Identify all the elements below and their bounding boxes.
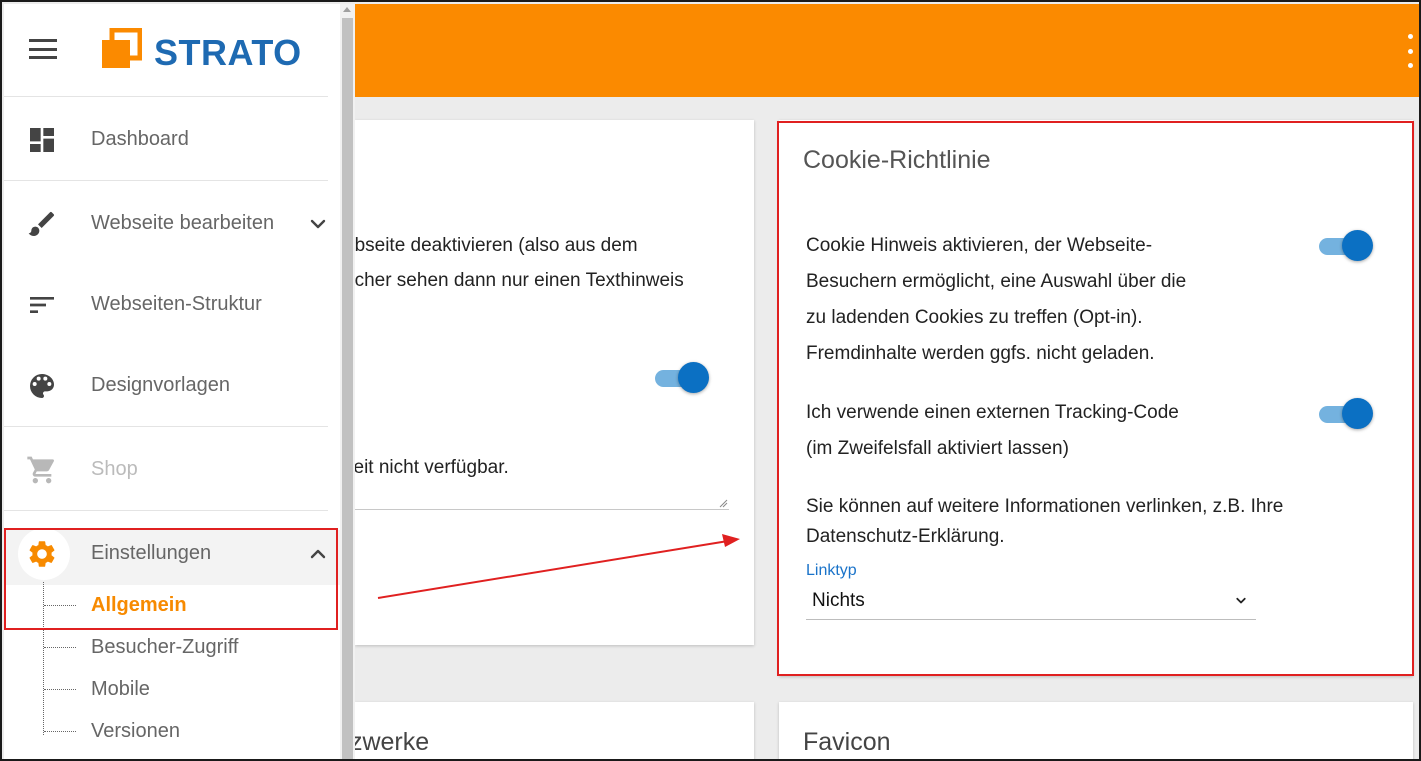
sidebar-item-webseiten-struktur[interactable]: Webseiten-Struktur bbox=[4, 275, 334, 335]
palette-icon bbox=[30, 374, 54, 398]
cookie-option-1-line-3: zu ladenden Cookies zu treffen (Opt-in). bbox=[806, 307, 1143, 328]
site-status-description-line-2: ucher sehen dann nur einen Texthinweis bbox=[355, 270, 684, 291]
subitem-versionen[interactable]: Versionen bbox=[44, 714, 334, 748]
scroll-up-arrow-icon[interactable] bbox=[343, 7, 351, 12]
notice-textarea-value[interactable]: zeit nicht verfügbar. bbox=[355, 450, 509, 486]
cookie-policy-card: Cookie-Richtlinie Cookie Hinweis aktivie… bbox=[779, 120, 1413, 676]
info-line-1: Sie können auf weitere Informationen ver… bbox=[806, 496, 1284, 517]
scrollbar-thumb[interactable] bbox=[342, 18, 353, 759]
cookie-notice-toggle[interactable] bbox=[1319, 230, 1375, 262]
sidebar-item-webseite-bearbeiten[interactable]: Webseite bearbeiten bbox=[4, 194, 334, 254]
app-frame: ebseite deaktivieren (also aus dem ucher… bbox=[0, 0, 1421, 761]
gear-icon bbox=[29, 541, 55, 567]
dashboard-icon bbox=[30, 128, 54, 152]
sidebar-item-label: Designvorlagen bbox=[91, 374, 230, 396]
info-line-2: Datenschutz-Erklärung. bbox=[806, 526, 1005, 547]
tracking-code-toggle[interactable] bbox=[1319, 398, 1375, 430]
sidebar-item-designvorlagen[interactable]: Designvorlagen bbox=[4, 356, 334, 416]
subitem-label: Versionen bbox=[91, 720, 180, 742]
brand-name: STRATO bbox=[154, 32, 302, 73]
chevron-down-icon bbox=[1236, 597, 1246, 604]
card-title: tzwerke bbox=[355, 728, 430, 756]
subitem-besucher-zugriff[interactable]: Besucher-Zugriff bbox=[44, 630, 334, 664]
card-title: Favicon bbox=[803, 728, 891, 756]
cookie-option-1-line-2: Besuchern ermöglicht, eine Auswahl über … bbox=[806, 271, 1187, 292]
subitem-label: Besucher-Zugriff bbox=[91, 636, 239, 658]
sidebar-item-dashboard[interactable]: Dashboard bbox=[4, 110, 334, 170]
favicon-card: Favicon bbox=[779, 702, 1413, 759]
chevron-up-icon[interactable] bbox=[306, 542, 330, 566]
more-vert-icon[interactable] bbox=[1405, 34, 1415, 68]
sort-icon bbox=[30, 297, 54, 313]
sidebar-item-label: Shop bbox=[91, 458, 138, 480]
resize-grip-icon[interactable] bbox=[718, 498, 728, 508]
strato-logo[interactable]: STRATO bbox=[102, 28, 301, 73]
linktyp-select[interactable]: Nichts bbox=[806, 586, 1256, 620]
hamburger-icon[interactable] bbox=[29, 39, 57, 59]
brush-icon bbox=[28, 211, 55, 236]
cookie-option-1-line-4: Fremdinhalte werden ggfs. nicht geladen. bbox=[806, 343, 1155, 364]
subitem-label: Allgemein bbox=[91, 594, 187, 616]
linktyp-label: Linktyp bbox=[806, 562, 857, 579]
cart-icon bbox=[27, 456, 55, 484]
sidebar-item-label: Einstellungen bbox=[91, 542, 212, 564]
top-app-bar bbox=[355, 4, 1419, 97]
site-status-description-line-1: ebseite deaktivieren (also aus dem bbox=[355, 235, 638, 256]
sidebar-item-einstellungen[interactable]: Einstellungen bbox=[4, 524, 334, 584]
chevron-down-icon[interactable] bbox=[306, 212, 330, 236]
annotation-arrow bbox=[377, 534, 740, 599]
subitem-mobile[interactable]: Mobile bbox=[44, 672, 334, 706]
info-text: Sie können auf weitere Informationen ver… bbox=[806, 492, 1283, 552]
social-networks-card: tzwerke bbox=[355, 702, 754, 759]
notice-textarea-underline bbox=[355, 509, 729, 510]
drawer-scrollbar[interactable] bbox=[340, 4, 355, 759]
card-title: Cookie-Richtlinie bbox=[803, 146, 991, 174]
sidebar-item-label: Webseiten-Struktur bbox=[91, 293, 262, 315]
navigation-drawer: STRATO Dashboard Webseite bearbeiten Web… bbox=[4, 4, 340, 759]
cookie-option-2-line-2: (im Zweifelsfall aktiviert lassen) bbox=[806, 438, 1069, 459]
sidebar-item-label: Webseite bearbeiten bbox=[91, 212, 275, 234]
subitem-allgemein[interactable]: Allgemein bbox=[44, 588, 334, 622]
strato-logo-mark bbox=[102, 28, 142, 68]
sidebar-item-label: Dashboard bbox=[91, 128, 189, 150]
sidebar-item-shop: Shop bbox=[4, 440, 334, 500]
cookie-option-2-line-1: Ich verwende einen externen Tracking-Cod… bbox=[806, 402, 1179, 423]
linktyp-selected-value: Nichts bbox=[812, 590, 865, 611]
subitem-label: Mobile bbox=[91, 678, 150, 700]
site-deactivate-toggle[interactable] bbox=[655, 362, 711, 394]
cookie-option-1-line-1: Cookie Hinweis aktivieren, der Webseite- bbox=[806, 235, 1153, 256]
